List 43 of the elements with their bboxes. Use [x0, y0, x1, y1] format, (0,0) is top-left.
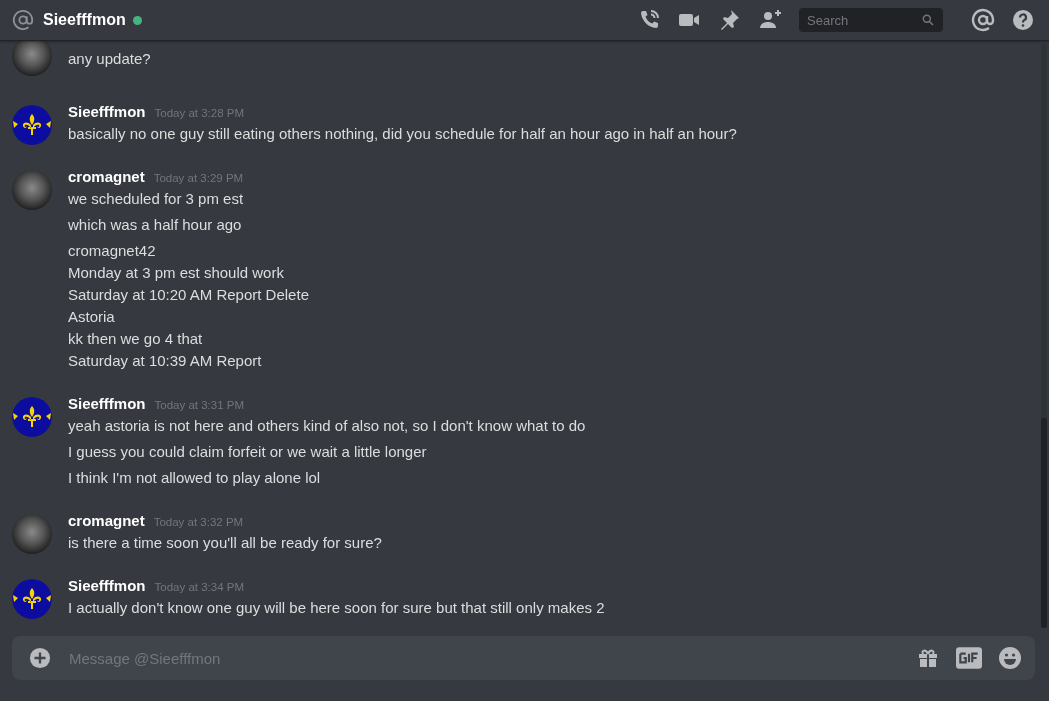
fleur-de-lis-avatar[interactable] — [12, 579, 52, 619]
message-text: any update? — [68, 49, 151, 69]
at-sign-icon — [12, 9, 34, 31]
avatar-photo-placeholder[interactable] — [12, 40, 52, 76]
timestamp: Today at 3:28 PM — [154, 107, 244, 119]
message-text: which was a half hour ago — [68, 215, 243, 235]
message-text: yeah astoria is not here and others kind of also not, so I don't know what to do — [68, 416, 586, 436]
message-text: I guess you could claim forfeit or we wait a little longer — [68, 442, 428, 462]
username[interactable]: Sieefffmon — [68, 103, 146, 120]
message-text: I actually don't know one guy will be here soon for sure but that still only makes 2 — [68, 598, 605, 618]
fleur-de-lis-avatar[interactable] — [12, 397, 52, 437]
username[interactable]: Sieefffmon — [68, 577, 146, 594]
timestamp: Today at 3:32 PM — [153, 516, 244, 528]
search-input[interactable]: Search — [805, 11, 921, 29]
search-field[interactable]: Search — [799, 8, 943, 32]
timestamp: Today at 3:31 PM — [154, 399, 244, 411]
search-icon — [921, 13, 935, 27]
message-text: we scheduled for 3 pm est — [68, 189, 245, 209]
username[interactable]: cromagnet — [68, 512, 145, 529]
mention-icon[interactable] — [971, 8, 995, 32]
timestamp: Today at 3:29 PM — [153, 172, 244, 184]
message-text: I think I'm not allowed to play alone lol — [68, 468, 322, 488]
add-icon[interactable] — [29, 647, 51, 669]
message-text: Astoria — [68, 307, 116, 327]
smiley-icon[interactable] — [998, 646, 1022, 670]
timestamp: Today at 3:34 PM — [154, 581, 244, 593]
help-icon[interactable] — [1011, 8, 1035, 32]
message-text: cromagnet42 — [68, 241, 157, 261]
username[interactable]: Sieefffmon — [68, 395, 146, 412]
message-text: Monday at 3 pm est should work — [68, 263, 285, 283]
scrollbar[interactable] — [1041, 44, 1047, 628]
message-text: kk then we go 4 that — [68, 329, 204, 349]
scrollbar-thumb[interactable] — [1041, 418, 1047, 628]
message-text: Saturday at 10:39 AM Report — [68, 351, 263, 371]
message-text: is there a time soon you'll all be ready for sure? — [68, 533, 382, 553]
avatar-photo-placeholder[interactable] — [12, 170, 52, 210]
channel-title: Sieefffmon — [43, 11, 126, 29]
message-text: basically no one guy still eating others nothing, did you schedule for half an hour ago in half an hour? — [68, 124, 737, 144]
avatar-photo-placeholder[interactable] — [12, 514, 52, 554]
gif-icon[interactable] — [956, 647, 982, 669]
fleur-de-lis-avatar[interactable] — [12, 105, 52, 145]
message-text: Saturday at 10:20 AM Report Delete — [68, 285, 309, 305]
username[interactable]: cromagnet — [68, 168, 145, 185]
